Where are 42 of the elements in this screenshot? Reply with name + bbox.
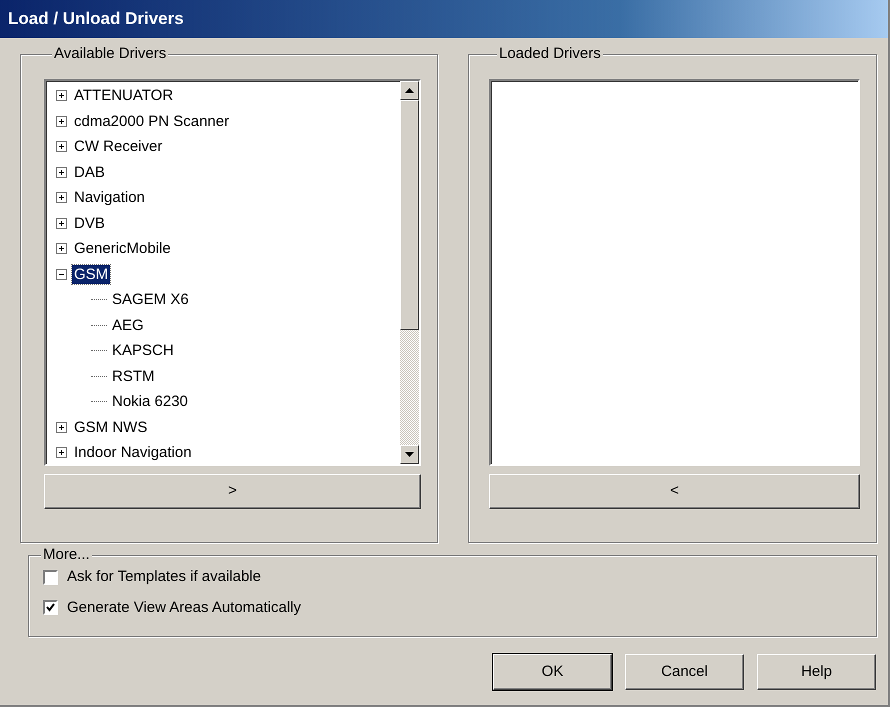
- tree-item[interactable]: GSM NWS: [72, 418, 150, 437]
- minus-box-icon[interactable]: [56, 268, 67, 280]
- tree-item[interactable]: SAGEM X6: [110, 290, 191, 310]
- dialog-button[interactable]: Help: [757, 654, 876, 690]
- tree-item[interactable]: DVB: [72, 214, 107, 233]
- plus-box-icon[interactable]: [56, 90, 67, 102]
- checkbox[interactable]: [43, 600, 58, 616]
- plus-box-icon[interactable]: [56, 192, 67, 204]
- checkbox-label: Generate View Areas Automatically: [67, 598, 302, 618]
- plus-box-icon[interactable]: [56, 422, 67, 433]
- tree-item[interactable]: Nokia 6230: [110, 392, 190, 412]
- tree-item[interactable]: Navigation: [72, 188, 147, 208]
- window-title: Load / Unload Drivers: [8, 8, 184, 30]
- dialog-button[interactable]: OK: [493, 654, 612, 690]
- tree-item[interactable]: Indoor Navigation: [72, 443, 194, 462]
- tree-item[interactable]: GenericMobile: [72, 239, 173, 258]
- tree-item[interactable]: KAPSCH: [110, 341, 176, 360]
- plus-box-icon[interactable]: [56, 218, 67, 229]
- plus-box-icon[interactable]: [56, 447, 67, 458]
- checkbox-label: Ask for Templates if available: [67, 567, 261, 587]
- tree-item[interactable]: ATTENUATOR: [72, 86, 176, 106]
- scroll-up-button[interactable]: [400, 81, 419, 100]
- tree-view[interactable]: ATTENUATOR cdma2000 PN Scanner CW Receiver DAB Navigation DVB GenericMobile GSM SAGEM X6 AEG KAPSCH RSTM Nokia 6230 GSM NWS Indoor Navigation: [44, 79, 421, 466]
- add-button[interactable]: >: [44, 474, 421, 509]
- plus-box-icon[interactable]: [56, 166, 67, 178]
- scrollbar-thumb[interactable]: [400, 100, 419, 330]
- dialog-button[interactable]: Cancel: [625, 654, 744, 690]
- tree-item[interactable]: cdma2000 PN Scanner: [72, 112, 232, 131]
- tree-item[interactable]: AEG: [110, 316, 146, 335]
- scrollbar[interactable]: [400, 81, 419, 464]
- tree-item[interactable]: CW Receiver: [72, 137, 164, 156]
- plus-box-icon[interactable]: [56, 141, 67, 152]
- scroll-down-button[interactable]: [400, 445, 419, 464]
- tree-item[interactable]: GSM: [72, 264, 110, 284]
- plus-box-icon[interactable]: [56, 116, 67, 127]
- tree-item[interactable]: DAB: [72, 162, 107, 182]
- down-arrow-icon: [405, 452, 414, 457]
- plus-box-icon[interactable]: [56, 243, 67, 254]
- checkbox[interactable]: [43, 570, 58, 585]
- up-arrow-icon: [405, 88, 414, 93]
- tree-item[interactable]: RSTM: [110, 366, 156, 386]
- remove-button[interactable]: <: [489, 474, 860, 509]
